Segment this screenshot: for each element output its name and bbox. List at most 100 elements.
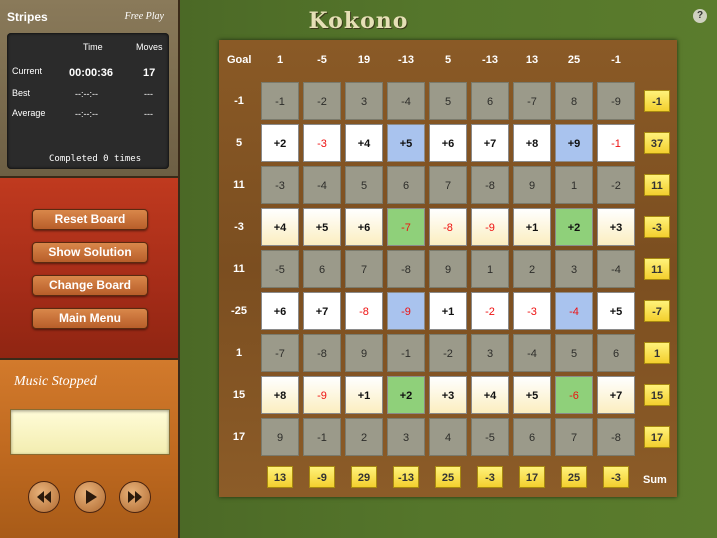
board-cell[interactable]: +7 [471, 124, 509, 162]
board-cell[interactable]: +8 [513, 124, 551, 162]
board-cell[interactable]: +2 [555, 208, 593, 246]
board-cell[interactable]: 3 [387, 418, 425, 456]
board-cell[interactable]: +2 [261, 124, 299, 162]
board-cell[interactable]: +1 [429, 292, 467, 330]
board-cell[interactable]: -7 [261, 334, 299, 372]
board-cell[interactable]: +5 [597, 292, 635, 330]
board-cell[interactable]: -5 [471, 418, 509, 456]
board-cell[interactable]: 6 [513, 418, 551, 456]
board-cell[interactable]: 1 [471, 250, 509, 288]
board-cell[interactable]: +5 [303, 208, 341, 246]
board-cell[interactable]: +1 [345, 376, 383, 414]
board-cell[interactable]: 7 [345, 250, 383, 288]
board-cell[interactable]: -4 [597, 250, 635, 288]
board-cell[interactable]: 9 [261, 418, 299, 456]
board-cell[interactable]: -4 [387, 82, 425, 120]
board-cell[interactable]: +9 [555, 124, 593, 162]
board-cell[interactable]: 6 [597, 334, 635, 372]
play-button[interactable] [74, 481, 106, 513]
column-sum: -13 [393, 466, 419, 488]
board-cell[interactable]: -2 [429, 334, 467, 372]
reset-board-button[interactable]: Reset Board [32, 209, 148, 230]
board-cell[interactable]: -1 [261, 82, 299, 120]
board-cell[interactable]: +6 [429, 124, 467, 162]
board-cell[interactable]: +4 [471, 376, 509, 414]
row-sum: 11 [644, 258, 670, 280]
board-cell[interactable]: 6 [387, 166, 425, 204]
board-cell[interactable]: -6 [555, 376, 593, 414]
board-cell[interactable]: 5 [345, 166, 383, 204]
current-moves: 17 [143, 67, 156, 79]
board-cell[interactable]: +2 [387, 376, 425, 414]
board-cell[interactable]: 3 [471, 334, 509, 372]
average-label: Average [12, 108, 46, 118]
board-cell[interactable]: 2 [345, 418, 383, 456]
board-cell[interactable]: -1 [303, 418, 341, 456]
board-cell[interactable]: 6 [471, 82, 509, 120]
board-cell[interactable]: +4 [261, 208, 299, 246]
board-cell[interactable]: -9 [471, 208, 509, 246]
column-goal: 1 [276, 54, 284, 66]
board-cell[interactable]: -7 [387, 208, 425, 246]
board-cell[interactable]: +3 [429, 376, 467, 414]
change-board-button[interactable]: Change Board [32, 275, 148, 296]
board-cell[interactable]: 9 [345, 334, 383, 372]
board-cell[interactable]: +7 [303, 292, 341, 330]
board-cell[interactable]: -9 [303, 376, 341, 414]
board-cell[interactable]: 3 [345, 82, 383, 120]
board-cell[interactable]: -4 [555, 292, 593, 330]
fast-forward-icon [128, 491, 142, 503]
board-cell[interactable]: +5 [513, 376, 551, 414]
board-cell[interactable]: +3 [597, 208, 635, 246]
board-cell[interactable]: -3 [303, 124, 341, 162]
column-goal: -13 [482, 54, 498, 66]
board-cell[interactable]: -2 [303, 82, 341, 120]
board-cell[interactable]: 9 [429, 250, 467, 288]
board-cell[interactable]: -8 [345, 292, 383, 330]
board-cell[interactable]: 2 [513, 250, 551, 288]
board-cell[interactable]: -3 [513, 292, 551, 330]
board-cell[interactable]: 9 [513, 166, 551, 204]
board-cell[interactable]: 3 [555, 250, 593, 288]
board-cell[interactable]: -2 [471, 292, 509, 330]
board-cell[interactable]: +6 [345, 208, 383, 246]
row-goal: 1 [235, 347, 243, 359]
board-cell[interactable]: 6 [303, 250, 341, 288]
board-cell[interactable]: 7 [429, 166, 467, 204]
board-cell[interactable]: -4 [303, 166, 341, 204]
board-cell[interactable]: 5 [555, 334, 593, 372]
board-cell[interactable]: +7 [597, 376, 635, 414]
board-cell[interactable]: -2 [597, 166, 635, 204]
board-cell[interactable]: -3 [261, 166, 299, 204]
board-cell[interactable]: -8 [429, 208, 467, 246]
board-cell[interactable]: -9 [387, 292, 425, 330]
board-cell[interactable]: -8 [471, 166, 509, 204]
board-cell[interactable]: -8 [303, 334, 341, 372]
board-cell[interactable]: 4 [429, 418, 467, 456]
row-sum: -1 [644, 90, 670, 112]
board-cell[interactable]: -5 [261, 250, 299, 288]
fast-forward-button[interactable] [119, 481, 151, 513]
main-menu-button[interactable]: Main Menu [32, 308, 148, 329]
board-cell[interactable]: -9 [597, 82, 635, 120]
board-cell[interactable]: -8 [387, 250, 425, 288]
board-cell[interactable]: 5 [429, 82, 467, 120]
music-status: Music Stopped [14, 374, 97, 389]
board-cell[interactable]: 1 [555, 166, 593, 204]
board-cell[interactable]: -4 [513, 334, 551, 372]
help-button[interactable]: ? [693, 9, 707, 23]
board-cell[interactable]: +4 [345, 124, 383, 162]
show-solution-button[interactable]: Show Solution [32, 242, 148, 263]
column-sum: 25 [561, 466, 587, 488]
rewind-button[interactable] [28, 481, 60, 513]
board-cell[interactable]: -8 [597, 418, 635, 456]
board-cell[interactable]: 8 [555, 82, 593, 120]
board-cell[interactable]: -1 [387, 334, 425, 372]
board-cell[interactable]: +1 [513, 208, 551, 246]
board-cell[interactable]: 7 [555, 418, 593, 456]
board-cell[interactable]: -7 [513, 82, 551, 120]
board-cell[interactable]: +5 [387, 124, 425, 162]
board-cell[interactable]: +8 [261, 376, 299, 414]
board-cell[interactable]: +6 [261, 292, 299, 330]
board-cell[interactable]: -1 [597, 124, 635, 162]
